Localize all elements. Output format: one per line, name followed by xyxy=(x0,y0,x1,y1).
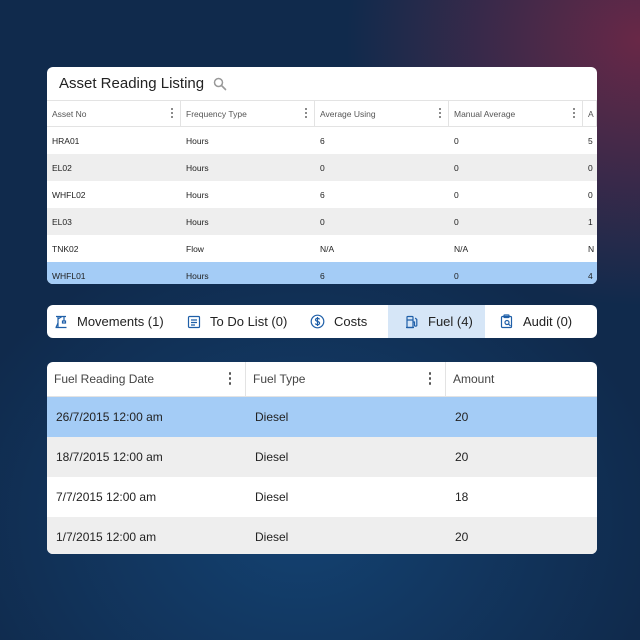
table-row[interactable]: 18/7/2015 12:00 am Diesel 20 xyxy=(47,437,597,477)
column-menu-icon[interactable] xyxy=(305,108,307,118)
cell-fuel-type: Diesel xyxy=(255,410,289,424)
cell-fuel-type: Diesel xyxy=(255,530,289,544)
asset-reading-panel: Asset Reading Listing Asset No Frequency… xyxy=(47,67,597,284)
cell-truncated: 1 xyxy=(588,216,593,227)
table-row-selected[interactable]: WHFL01 Hours 6 0 4 xyxy=(47,262,597,284)
cell-amount: 20 xyxy=(455,410,469,424)
cell-amount: 20 xyxy=(455,450,469,464)
column-header-amount[interactable]: Amount xyxy=(446,362,597,396)
fuel-readings-panel: Fuel Reading Date Fuel Type Amount 26/7/… xyxy=(47,362,597,554)
cell-manual-average: 0 xyxy=(454,216,459,227)
table-row[interactable]: TNK02 Flow N/A N/A N xyxy=(47,235,597,262)
column-header-label: Average Using xyxy=(320,108,376,119)
cell-frequency-type: Flow xyxy=(186,243,204,254)
table-row-selected[interactable]: 26/7/2015 12:00 am Diesel 20 xyxy=(47,397,597,437)
cell-fuel-reading-date: 26/7/2015 12:00 am xyxy=(56,410,163,424)
column-header-label: Amount xyxy=(453,372,495,386)
cell-manual-average: 0 xyxy=(454,270,459,281)
cell-manual-average: 0 xyxy=(454,162,459,173)
search-icon[interactable] xyxy=(213,77,227,91)
cell-average-using: 0 xyxy=(320,216,325,227)
table-row[interactable]: WHFL02 Hours 6 0 0 xyxy=(47,181,597,208)
panel-title: Asset Reading Listing xyxy=(59,75,205,92)
table-row[interactable]: EL03 Hours 0 0 1 xyxy=(47,208,597,235)
tab-label: Costs xyxy=(334,314,368,329)
tab-label: Audit (0) xyxy=(523,314,573,329)
cell-amount: 18 xyxy=(455,490,469,504)
column-header-truncated[interactable]: A xyxy=(583,101,597,126)
tab-audit[interactable]: Audit (0) xyxy=(485,305,597,338)
cell-asset-no: EL02 xyxy=(52,162,72,173)
column-header-label: Fuel Type xyxy=(253,372,306,386)
cell-truncated: 4 xyxy=(588,270,593,281)
cell-amount: 20 xyxy=(455,530,469,544)
fuel-pump-icon xyxy=(406,315,418,328)
cell-truncated: 0 xyxy=(588,189,593,200)
cell-asset-no: WHFL02 xyxy=(52,189,86,200)
list-icon xyxy=(187,315,201,328)
tab-label: To Do List (0) xyxy=(210,314,288,329)
cell-asset-no: EL03 xyxy=(52,216,72,227)
cell-fuel-type: Diesel xyxy=(255,490,289,504)
cell-fuel-type: Diesel xyxy=(255,450,289,464)
tab-fuel[interactable]: Fuel (4) xyxy=(388,305,485,338)
cell-fuel-reading-date: 18/7/2015 12:00 am xyxy=(56,450,163,464)
cell-asset-no: WHFL01 xyxy=(52,270,86,281)
cell-average-using: 6 xyxy=(320,135,325,146)
cell-manual-average: 0 xyxy=(454,135,459,146)
column-header-average-using[interactable]: Average Using xyxy=(315,101,449,126)
tab-to-do-list[interactable]: To Do List (0) xyxy=(180,305,303,338)
cell-frequency-type: Hours xyxy=(186,189,209,200)
cell-truncated: N xyxy=(588,243,595,254)
column-menu-icon[interactable] xyxy=(228,372,231,385)
clipboard-search-icon xyxy=(500,314,513,329)
cell-fuel-reading-date: 1/7/2015 12:00 am xyxy=(56,530,157,544)
cell-frequency-type: Hours xyxy=(186,270,209,281)
cell-manual-average: N/A xyxy=(454,243,469,254)
cell-average-using: 0 xyxy=(320,162,325,173)
asset-grid-header: Asset No Frequency Type Average Using Ma… xyxy=(47,101,597,127)
column-menu-icon[interactable] xyxy=(439,108,441,118)
cell-frequency-type: Hours xyxy=(186,216,209,227)
asset-reading-header: Asset Reading Listing xyxy=(47,67,597,101)
fuel-grid-header: Fuel Reading Date Fuel Type Amount xyxy=(47,362,597,397)
column-header-label: Frequency Type xyxy=(186,108,247,119)
tab-label: Movements (1) xyxy=(77,314,164,329)
column-header-frequency-type[interactable]: Frequency Type xyxy=(181,101,315,126)
cell-asset-no: HRA01 xyxy=(52,135,80,146)
dollar-icon xyxy=(310,314,325,329)
cell-truncated: 0 xyxy=(588,162,593,173)
cell-fuel-reading-date: 7/7/2015 12:00 am xyxy=(56,490,157,504)
column-header-label: A xyxy=(588,108,594,119)
column-menu-icon[interactable] xyxy=(171,108,173,118)
table-row[interactable]: 1/7/2015 12:00 am Diesel 20 xyxy=(47,517,597,554)
column-header-asset-no[interactable]: Asset No xyxy=(47,101,181,126)
column-header-label: Manual Average xyxy=(454,108,516,119)
table-row[interactable]: 7/7/2015 12:00 am Diesel 18 xyxy=(47,477,597,517)
tab-label: Fuel (4) xyxy=(428,314,473,329)
column-header-manual-average[interactable]: Manual Average xyxy=(449,101,583,126)
tab-movements[interactable]: Movements (1) xyxy=(47,305,180,338)
cell-asset-no: TNK02 xyxy=(52,243,79,254)
column-header-fuel-type[interactable]: Fuel Type xyxy=(246,362,446,396)
crane-icon xyxy=(55,315,67,328)
cell-frequency-type: Hours xyxy=(186,162,209,173)
cell-average-using: N/A xyxy=(320,243,335,254)
column-menu-icon[interactable] xyxy=(573,108,575,118)
column-header-label: Asset No xyxy=(52,108,87,119)
cell-average-using: 6 xyxy=(320,270,325,281)
table-row[interactable]: HRA01 Hours 6 0 5 xyxy=(47,127,597,154)
column-header-fuel-reading-date[interactable]: Fuel Reading Date xyxy=(47,362,246,396)
asset-grid: Asset No Frequency Type Average Using Ma… xyxy=(47,101,597,284)
column-menu-icon[interactable] xyxy=(428,372,431,385)
tab-costs[interactable]: Costs xyxy=(303,305,388,338)
cell-truncated: 5 xyxy=(588,135,593,146)
table-row[interactable]: EL02 Hours 0 0 0 xyxy=(47,154,597,181)
cell-manual-average: 0 xyxy=(454,189,459,200)
column-header-label: Fuel Reading Date xyxy=(54,372,155,386)
cell-average-using: 6 xyxy=(320,189,325,200)
detail-tabs: Movements (1) To Do List (0) Costs Fuel … xyxy=(47,305,597,338)
cell-frequency-type: Hours xyxy=(186,135,209,146)
